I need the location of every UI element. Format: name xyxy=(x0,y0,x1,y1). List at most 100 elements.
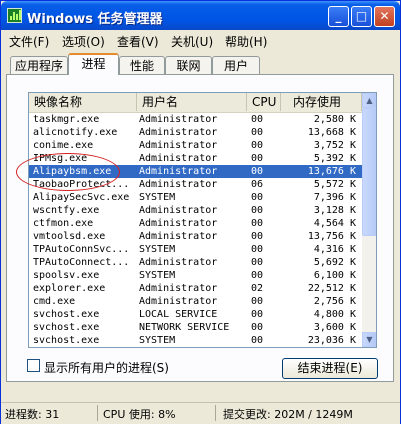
process-user-name: Administrator xyxy=(139,283,218,294)
process-memory: 6,100 K xyxy=(313,270,356,281)
maximize-button[interactable]: □ xyxy=(351,6,372,27)
show-all-users-label: 显示所有用户的进程(S) xyxy=(44,361,169,375)
process-image-name: conime.exe xyxy=(33,140,94,151)
process-user-name: Administrator xyxy=(139,231,218,242)
process-image-name: TaobaoProtect... xyxy=(33,179,130,190)
process-row[interactable]: Alipaybsm.exe Administrator 00 13,676 K xyxy=(29,165,362,178)
process-memory: 2,580 K xyxy=(313,114,356,125)
show-all-users-checkbox[interactable] xyxy=(27,359,40,372)
column-image-name[interactable]: 映像名称 xyxy=(29,93,137,111)
process-row[interactable]: explorer.exe Administrator 02 22,512 K xyxy=(29,282,362,295)
title-bar[interactable]: Windows 任务管理器 _ □ ✕ xyxy=(1,1,400,30)
minimize-button[interactable]: _ xyxy=(328,6,349,27)
process-cpu: 06 xyxy=(251,179,264,190)
tab-users[interactable]: 用户 xyxy=(212,56,260,75)
process-row[interactable]: TPAutoConnect... Administrator 00 5,692 K xyxy=(29,256,362,269)
process-row[interactable]: AlipaySecSvc.exe SYSTEM 00 7,396 K xyxy=(29,191,362,204)
process-user-name: SYSTEM xyxy=(139,244,176,255)
process-user-name: Administrator xyxy=(139,153,218,164)
scroll-thumb[interactable] xyxy=(362,108,376,236)
process-memory: 13,668 K xyxy=(307,127,356,138)
process-row[interactable]: ctfmon.exe Administrator 00 4,564 K xyxy=(29,217,362,230)
process-row[interactable]: svchost.exe NETWORK SERVICE 00 3,600 K xyxy=(29,321,362,334)
menu-file[interactable]: 文件(F) xyxy=(9,33,49,50)
tab-applications[interactable]: 应用程序 xyxy=(10,56,68,75)
column-cpu[interactable]: CPU xyxy=(247,93,281,111)
process-user-name: LOCAL SERVICE xyxy=(139,309,218,320)
tab-processes[interactable]: 进程 xyxy=(68,53,119,75)
process-memory: 23,036 K xyxy=(307,335,356,346)
process-memory: 13,756 K xyxy=(307,231,356,242)
process-row[interactable]: cmd.exe Administrator 00 2,756 K xyxy=(29,295,362,308)
process-image-name: vmtoolsd.exe xyxy=(33,231,106,242)
process-row[interactable]: vmtoolsd.exe Administrator 00 13,756 K xyxy=(29,230,362,243)
menu-options[interactable]: 选项(O) xyxy=(62,33,105,50)
status-bar: 进程数: 31 CPU 使用: 8% 提交更改: 202M / 1249M xyxy=(1,402,400,424)
process-cpu: 00 xyxy=(251,127,264,138)
status-commit-charge: 提交更改: 202M / 1249M xyxy=(223,408,353,421)
menu-help[interactable]: 帮助(H) xyxy=(225,33,267,50)
tab-networking[interactable]: 联网 xyxy=(165,56,212,75)
process-user-name: Administrator xyxy=(139,166,218,177)
process-row[interactable]: IPMsg.exe Administrator 00 5,392 K xyxy=(29,152,362,165)
process-image-name: spoolsv.exe xyxy=(33,270,100,281)
process-memory: 3,128 K xyxy=(313,205,356,216)
process-memory: 4,316 K xyxy=(313,244,356,255)
process-cpu: 00 xyxy=(251,205,264,216)
process-cpu: 00 xyxy=(251,322,264,333)
menu-shutdown[interactable]: 关机(U) xyxy=(171,33,213,50)
process-list[interactable]: 映像名称 用户名 CPU 内存使用 taskmgr.exe Administrat… xyxy=(28,92,377,348)
process-user-name: SYSTEM xyxy=(139,192,176,203)
process-cpu: 00 xyxy=(251,114,264,125)
process-cpu: 00 xyxy=(251,244,264,255)
process-image-name: AlipaySecSvc.exe xyxy=(33,192,130,203)
column-memory[interactable]: 内存使用 xyxy=(281,93,362,111)
process-memory: 4,564 K xyxy=(313,218,356,229)
process-row[interactable]: svchost.exe LOCAL SERVICE 00 4,800 K xyxy=(29,308,362,321)
process-image-name: TPAutoConnSvc... xyxy=(33,244,130,255)
process-row[interactable]: svchost.exe SYSTEM 00 23,036 K xyxy=(29,334,362,347)
menu-view[interactable]: 查看(V) xyxy=(117,33,159,50)
process-image-name: svchost.exe xyxy=(33,322,100,333)
process-user-name: Administrator xyxy=(139,257,218,268)
process-memory: 22,512 K xyxy=(307,283,356,294)
process-image-name: cmd.exe xyxy=(33,296,76,307)
process-cpu: 00 xyxy=(251,166,264,177)
process-user-name: Administrator xyxy=(139,114,218,125)
tab-performance[interactable]: 性能 xyxy=(119,56,165,75)
process-image-name: ctfmon.exe xyxy=(33,218,94,229)
process-row[interactable]: wscntfy.exe Administrator 00 3,128 K xyxy=(29,204,362,217)
process-memory: 5,392 K xyxy=(313,153,356,164)
process-row[interactable]: spoolsv.exe SYSTEM 00 6,100 K xyxy=(29,269,362,282)
close-button[interactable]: ✕ xyxy=(374,6,395,27)
process-cpu: 00 xyxy=(251,140,264,151)
process-cpu: 00 xyxy=(251,192,264,203)
process-image-name: svchost.exe xyxy=(33,335,100,346)
vertical-scrollbar[interactable]: ▲ ▼ xyxy=(362,93,376,347)
process-row[interactable]: conime.exe Administrator 00 3,752 K xyxy=(29,139,362,152)
process-cpu: 00 xyxy=(251,296,264,307)
process-memory: 5,572 K xyxy=(313,179,356,190)
status-cpu-usage: CPU 使用: 8% xyxy=(103,408,176,421)
process-user-name: Administrator xyxy=(139,205,218,216)
window-title: Windows 任务管理器 xyxy=(27,12,163,27)
process-image-name: IPMsg.exe xyxy=(33,153,88,164)
process-row[interactable]: TPAutoConnSvc... SYSTEM 00 4,316 K xyxy=(29,243,362,256)
process-row[interactable]: alicnotify.exe Administrator 00 13,668 K xyxy=(29,126,362,139)
process-memory: 5,692 K xyxy=(313,257,356,268)
process-memory: 7,396 K xyxy=(313,192,356,203)
process-cpu: 00 xyxy=(251,231,264,242)
process-row[interactable]: taskmgr.exe Administrator 00 2,580 K xyxy=(29,113,362,126)
column-user-name[interactable]: 用户名 xyxy=(137,93,247,111)
menu-bar: 文件(F) 选项(O) 查看(V) 关机(U) 帮助(H) xyxy=(1,30,400,50)
process-user-name: Administrator xyxy=(139,218,218,229)
scroll-down-icon[interactable]: ▼ xyxy=(362,332,376,347)
process-row[interactable]: TaobaoProtect... Administrator 06 5,572 K xyxy=(29,178,362,191)
process-image-name: TPAutoConnect... xyxy=(33,257,130,268)
process-cpu: 00 xyxy=(251,218,264,229)
end-process-button[interactable]: 结束进程(E) xyxy=(282,358,378,379)
process-memory: 4,800 K xyxy=(313,309,356,320)
list-header: 映像名称 用户名 CPU 内存使用 xyxy=(29,93,362,113)
process-image-name: wscntfy.exe xyxy=(33,205,100,216)
scroll-up-icon[interactable]: ▲ xyxy=(362,93,376,108)
